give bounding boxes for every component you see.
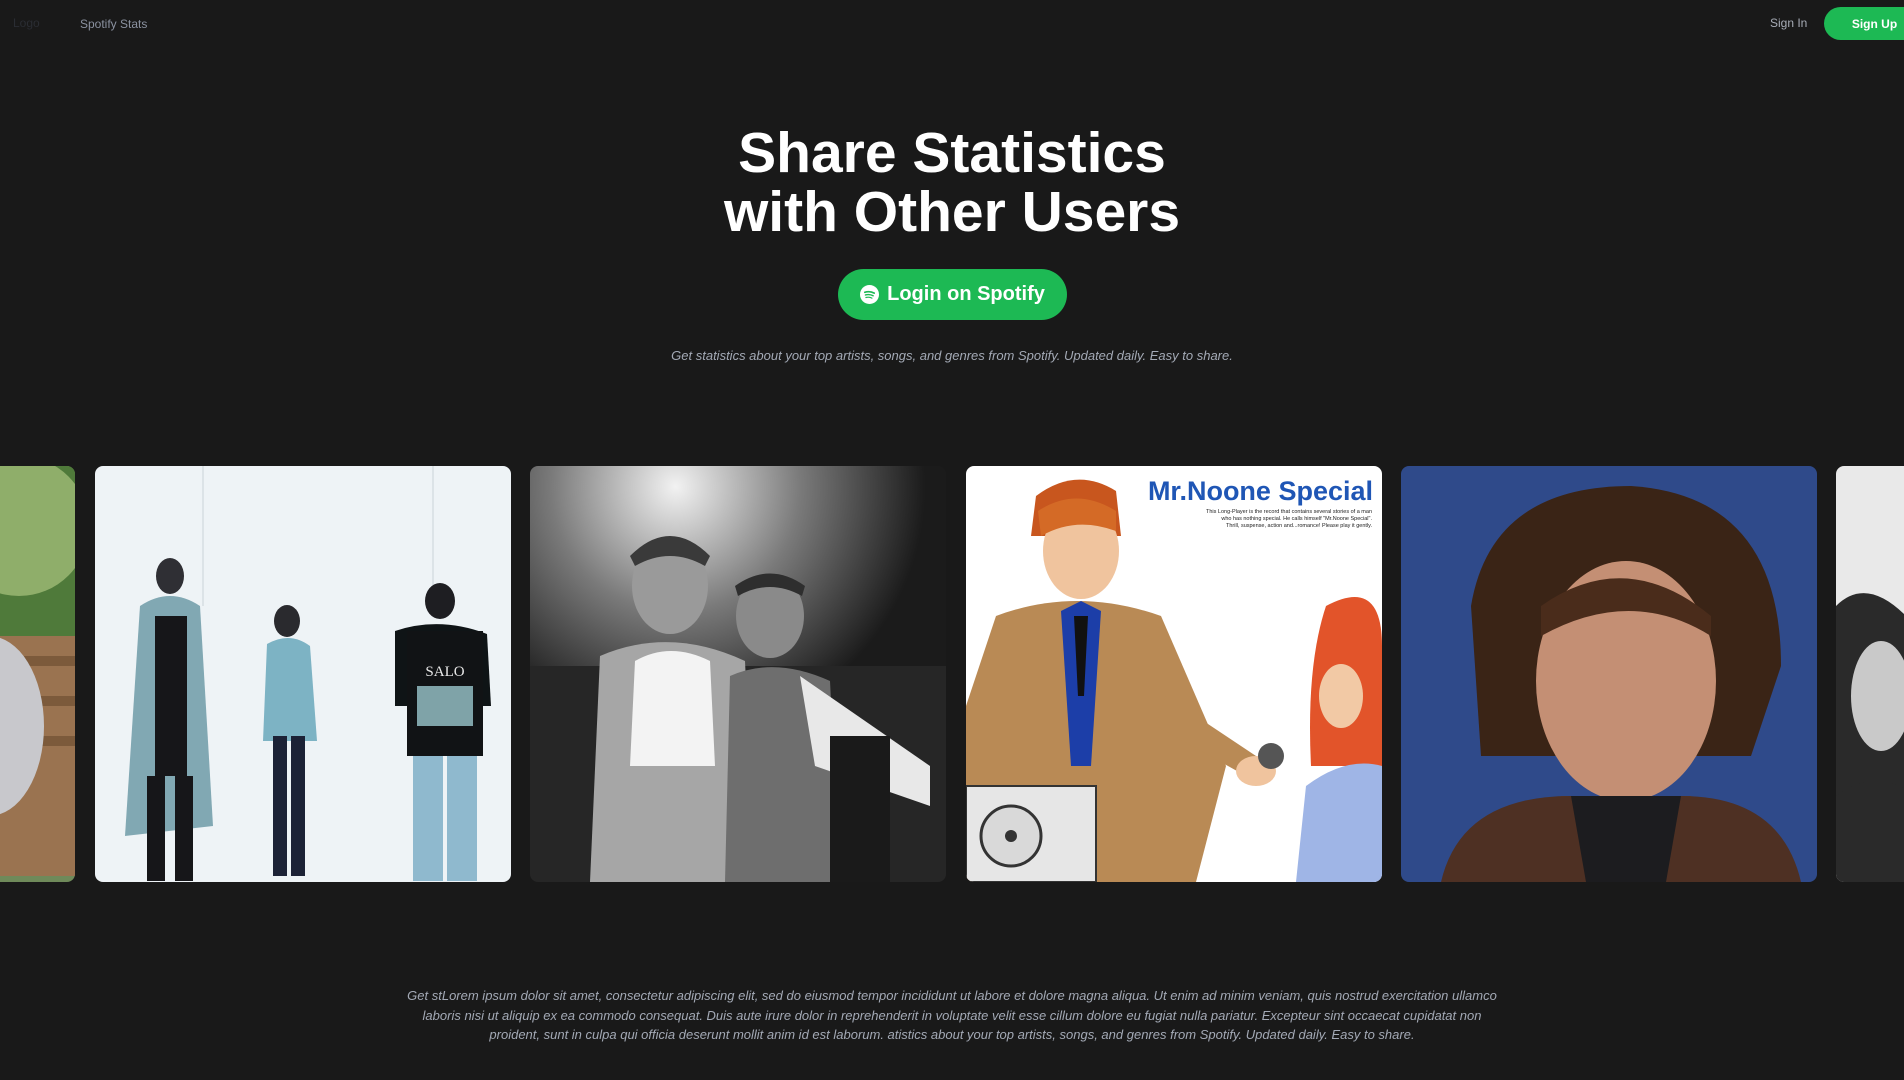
artist-photo-park bbox=[0, 466, 75, 882]
hero-title: Share Statistics with Other Users bbox=[0, 124, 1904, 242]
nav-link-spotify-stats[interactable]: Spotify Stats bbox=[80, 17, 147, 31]
top-nav: Logo Spotify Stats Sign In Sign Up bbox=[0, 0, 1904, 46]
hero-title-line-1: Share Statistics bbox=[738, 121, 1166, 185]
hero-title-line-2: with Other Users bbox=[723, 180, 1181, 244]
album-cover-title: Mr.Noone Special bbox=[1148, 476, 1373, 506]
logo[interactable]: Logo bbox=[13, 16, 40, 30]
artist-photo-band: SALO bbox=[95, 466, 511, 882]
album-cover-comic: Mr.Noone Special This Long-Player is the… bbox=[966, 466, 1382, 882]
login-spotify-label: Login on Spotify bbox=[887, 283, 1045, 305]
artist-image-card[interactable] bbox=[0, 466, 75, 882]
artist-image-card[interactable] bbox=[1401, 466, 1817, 882]
album-cover-blurb-3: Thrill, suspense, action and...romance! … bbox=[1226, 523, 1373, 529]
spotify-icon bbox=[860, 285, 880, 304]
album-cover-card[interactable]: Mr.Noone Special This Long-Player is the… bbox=[966, 466, 1382, 882]
shirt-print-text: SALO bbox=[425, 664, 464, 680]
sign-in-link[interactable]: Sign In bbox=[1770, 16, 1807, 30]
login-spotify-button[interactable]: Login on Spotify bbox=[838, 269, 1067, 320]
album-cover-blurb-1: This Long-Player is the record that cont… bbox=[1206, 509, 1372, 515]
artist-image-card[interactable] bbox=[530, 466, 946, 882]
artist-image-card[interactable]: SALO bbox=[95, 466, 511, 882]
artist-gallery: SALO Mr.Noone Special This Long-Player i… bbox=[0, 466, 1904, 882]
artist-photo-portrait bbox=[1401, 466, 1817, 882]
description-text: Get stLorem ipsum dolor sit amet, consec… bbox=[407, 988, 1497, 1042]
artist-image-card[interactable] bbox=[1836, 466, 1904, 882]
hero-subtitle: Get statistics about your top artists, s… bbox=[671, 348, 1233, 363]
sign-up-button[interactable]: Sign Up bbox=[1824, 7, 1904, 40]
artist-photo-bw bbox=[1836, 466, 1904, 882]
artist-photo-duo bbox=[530, 466, 946, 882]
album-cover-blurb-2: who has nothing special. He calls himsel… bbox=[1220, 516, 1372, 522]
